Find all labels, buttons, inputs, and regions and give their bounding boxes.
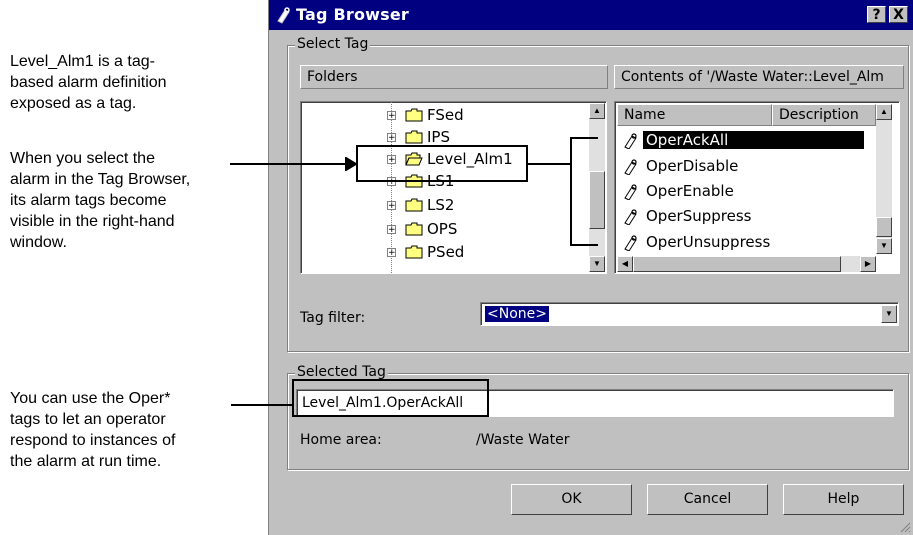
scroll-thumb[interactable] xyxy=(633,256,841,272)
tag-filter-label: Tag filter: xyxy=(300,310,366,326)
expand-icon[interactable]: + xyxy=(387,201,396,211)
tag-filter-combo[interactable]: <None> ▼ xyxy=(480,302,899,326)
folder-icon xyxy=(405,222,423,236)
folder-name: PSed xyxy=(427,243,465,261)
bracket-line xyxy=(570,137,572,246)
folder-icon xyxy=(405,130,423,144)
tag-filter-value: <None> xyxy=(485,306,549,322)
expand-icon[interactable]: + xyxy=(387,248,396,258)
contents-list[interactable]: Name Description OperAckAll OperDisable … xyxy=(614,101,900,274)
tag-browser-dialog: Tag Browser ? X Select Tag Folders + FSe… xyxy=(268,0,913,535)
chevron-down-icon[interactable]: ▼ xyxy=(881,305,897,323)
tag-icon xyxy=(624,184,637,200)
note-line: tags to let an operator xyxy=(10,411,166,428)
help-button[interactable]: Help xyxy=(783,484,904,515)
contents-hscrollbar[interactable]: ◀ ▶ xyxy=(617,256,876,272)
scroll-right-icon[interactable]: ▶ xyxy=(860,256,876,272)
resize-grip-icon[interactable] xyxy=(899,521,911,533)
tag-name: OperSuppress xyxy=(646,207,752,225)
note-line: its alarm tags become xyxy=(10,192,167,209)
folder-icon xyxy=(405,198,423,212)
home-area-value: /Waste Water xyxy=(476,432,570,448)
folder-name: IPS xyxy=(427,128,450,146)
tag-icon xyxy=(624,209,637,225)
tag-icon xyxy=(624,133,637,149)
tag-name: OperAckAll xyxy=(643,131,864,149)
note-line: exposed as a tag. xyxy=(10,95,137,112)
tag-icon xyxy=(277,7,290,24)
expand-icon[interactable]: + xyxy=(387,225,396,235)
tag-name: OperDisable xyxy=(646,157,739,175)
tag-name: OperEnable xyxy=(646,182,734,200)
note-line: You can use the Oper* xyxy=(10,390,171,407)
note-line: Level_Alm1 is a tag- xyxy=(10,53,155,70)
scroll-down-icon[interactable]: ▼ xyxy=(589,256,605,272)
folder-callout-box xyxy=(356,145,528,182)
note-line: visible in the right-hand xyxy=(10,213,175,230)
folder-name: OPS xyxy=(427,220,458,238)
folder-icon xyxy=(405,108,423,122)
close-button[interactable]: X xyxy=(889,6,908,23)
column-name-header[interactable]: Name xyxy=(617,104,772,126)
bracket-line xyxy=(570,137,598,139)
selected-tag-group-label: Selected Tag xyxy=(295,364,388,380)
folder-name: LS2 xyxy=(427,196,455,214)
tag-name: OperUnsuppress xyxy=(646,233,771,251)
column-description-header[interactable]: Description xyxy=(772,104,876,126)
scroll-left-icon[interactable]: ◀ xyxy=(617,256,633,272)
scroll-up-icon[interactable]: ▲ xyxy=(876,104,892,120)
expand-icon[interactable]: + xyxy=(387,111,396,121)
note-line: based alarm definition xyxy=(10,74,167,91)
note-line: alarm in the Tag Browser, xyxy=(10,171,191,188)
note-line: respond to instances of xyxy=(10,432,176,449)
title-bar[interactable]: Tag Browser ? X xyxy=(269,0,913,30)
home-area-label: Home area: xyxy=(300,432,382,448)
folders-tree[interactable]: + FSed + IPS + Level_Alm1 + LS1 + LS2 + … xyxy=(300,101,607,274)
contents-header: Contents of '/Waste Water::Level_Alm xyxy=(614,65,904,89)
folder-icon xyxy=(405,245,423,259)
select-tag-group-label: Select Tag xyxy=(295,36,371,52)
window-title: Tag Browser xyxy=(296,5,409,24)
arrow-right-icon xyxy=(334,157,356,171)
tag-icon xyxy=(624,235,637,251)
scroll-up-icon[interactable]: ▲ xyxy=(589,103,605,119)
expand-icon[interactable]: + xyxy=(387,133,396,143)
contents-vscrollbar[interactable]: ▲ ▼ xyxy=(876,104,892,254)
note-line: the alarm at run time. xyxy=(10,453,162,470)
scroll-thumb[interactable] xyxy=(876,217,892,237)
cancel-button[interactable]: Cancel xyxy=(647,484,768,515)
folders-scrollbar[interactable]: ▲ ▼ xyxy=(589,103,605,272)
ok-button[interactable]: OK xyxy=(511,484,632,515)
leader-line xyxy=(230,163,336,165)
bracket-line xyxy=(570,244,598,246)
folder-name: FSed xyxy=(427,106,464,124)
selected-tag-callout-box xyxy=(292,379,489,417)
folders-header: Folders xyxy=(300,65,608,89)
leader-line xyxy=(231,404,292,406)
annotation-note-tag-alarm: Level_Alm1 is a tag- based alarm definit… xyxy=(10,51,167,114)
tag-icon xyxy=(624,159,637,175)
note-line: When you select the xyxy=(10,150,155,167)
annotation-note-select-alarm: When you select the alarm in the Tag Bro… xyxy=(10,148,190,253)
note-line: window. xyxy=(10,234,67,251)
scroll-down-icon[interactable]: ▼ xyxy=(876,238,892,254)
leader-line xyxy=(528,163,570,165)
help-title-button[interactable]: ? xyxy=(867,6,886,23)
scroll-thumb[interactable] xyxy=(589,171,605,229)
annotation-note-oper-tags: You can use the Oper* tags to let an ope… xyxy=(10,388,175,472)
